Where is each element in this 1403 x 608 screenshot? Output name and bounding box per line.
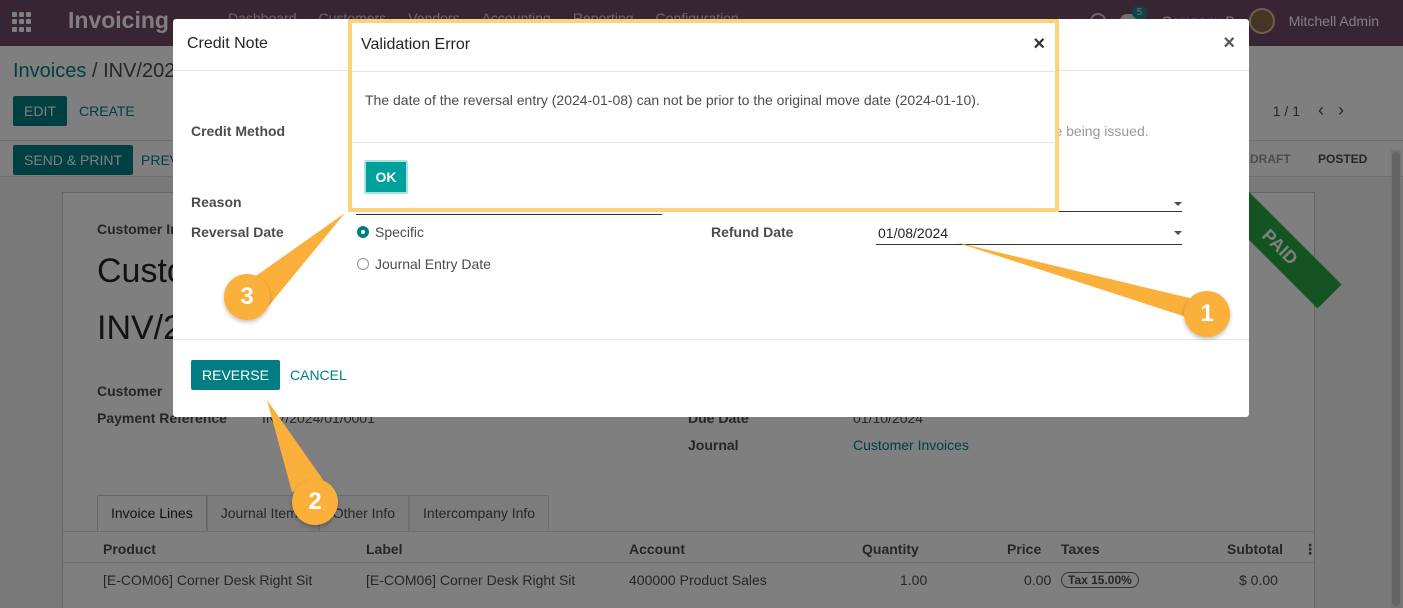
radio-specific-label[interactable]: Specific — [375, 224, 424, 240]
reverse-button[interactable]: REVERSE — [191, 360, 280, 390]
validation-error-title: Validation Error — [361, 36, 471, 53]
credit-note-title: Credit Note — [187, 35, 268, 52]
radio-journal-entry-date-label[interactable]: Journal Entry Date — [375, 256, 491, 272]
close-icon[interactable]: × — [1033, 33, 1045, 56]
journal-dropdown-caret-icon[interactable] — [1174, 202, 1182, 206]
callout-1-badge: 1 — [1184, 291, 1230, 337]
callout-3-badge: 3 — [224, 274, 270, 320]
validation-error-header: Validation Error × — [352, 23, 1055, 72]
reason-input[interactable] — [356, 214, 662, 215]
reason-label: Reason — [191, 194, 242, 210]
cancel-button[interactable]: CANCEL — [279, 360, 358, 390]
callout-2-badge: 2 — [292, 479, 338, 525]
credit-method-label: Credit Method — [191, 123, 286, 139]
refund-date-caret-icon[interactable] — [1174, 231, 1182, 235]
validation-error-message: The date of the reversal entry (2024-01-… — [365, 92, 980, 108]
reversal-date-label: Reversal Date — [191, 224, 284, 240]
refund-date-label: Refund Date — [711, 224, 794, 240]
radio-specific[interactable] — [357, 226, 369, 238]
radio-journal-entry-date[interactable] — [357, 258, 369, 270]
validation-error-footer: OK — [352, 142, 1055, 208]
refund-date-input[interactable]: 01/08/2024 — [876, 219, 1182, 245]
credit-note-footer: REVERSE CANCEL — [173, 339, 1249, 417]
close-icon[interactable]: × — [1223, 32, 1235, 55]
ok-button[interactable]: OK — [364, 160, 408, 194]
validation-error-dialog: Validation Error × The date of the rever… — [348, 19, 1059, 212]
